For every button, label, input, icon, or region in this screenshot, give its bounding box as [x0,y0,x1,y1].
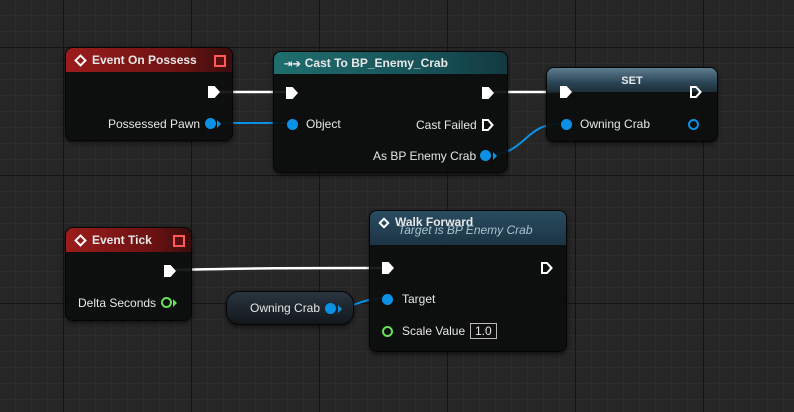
delta-seconds-label: Delta Seconds [78,296,157,310]
tick-exec-out-pin[interactable] [164,265,176,277]
as-bp-enemy-crab-label: As BP Enemy Crab [373,149,477,163]
set-title: SET [621,75,643,87]
function-icon [378,217,390,229]
set-node[interactable]: SET Owning Crab [546,67,718,142]
scale-value-label: Scale Value [402,324,466,338]
walk-exec-out-pin[interactable] [541,262,553,274]
scale-value-pin[interactable] [382,326,393,337]
possessed-pawn-label: Possessed Pawn [108,117,201,131]
target-pin[interactable] [382,294,393,305]
event-stop-icon [214,55,226,67]
walk-forward-node[interactable]: Walk Forward Target is BP Enemy Crab Tar… [369,210,567,352]
as-bp-enemy-crab-pin[interactable] [480,150,491,161]
object-label: Object [306,117,341,131]
owning-crab-getter-node[interactable]: Owning Crab [226,291,354,325]
cast-to-title: Cast To BP_Enemy_Crab [304,56,448,70]
pin-caret-icon [173,299,177,307]
owning-crab-getter-label: Owning Crab [250,301,321,315]
exec-wire-tick-walk [167,266,387,272]
cast-icon: ⇥➔ [284,59,301,70]
event-on-possess-header[interactable]: Event On Possess [66,48,232,72]
cast-failed-exec-pin[interactable] [482,119,494,131]
event-icon [74,234,87,247]
owning-crab-out-pin[interactable] [688,119,699,130]
walk-forward-subtitle: Target is BP Enemy Crab [398,223,533,237]
pin-caret-icon [217,120,221,128]
event-stop-icon [173,235,185,247]
scale-value-input[interactable]: 1.0 [470,323,497,339]
pin-caret-icon [338,305,342,313]
target-label: Target [402,292,436,306]
cast-to-node[interactable]: ⇥➔ Cast To BP_Enemy_Crab Object Cast Fail… [273,51,508,173]
event-tick-header[interactable]: Event Tick [66,228,191,252]
walk-exec-in-pin[interactable] [382,262,394,274]
event-on-possess-title: Event On Possess [92,53,197,67]
walk-forward-header[interactable]: Walk Forward Target is BP Enemy Crab [370,211,566,245]
cast-failed-label: Cast Failed [416,118,477,132]
event-tick-node[interactable]: Event Tick Delta Seconds [65,227,192,321]
possessed-pawn-pin[interactable] [205,118,216,129]
pin-caret-icon [493,152,497,160]
object-pin[interactable] [287,119,298,130]
event-on-possess-node[interactable]: Event On Possess Possessed Pawn [65,47,233,141]
event-icon [74,54,87,67]
owning-crab-set-label: Owning Crab [580,117,651,131]
cast-to-header[interactable]: ⇥➔ Cast To BP_Enemy_Crab [274,52,507,74]
owning-crab-in-pin[interactable] [561,119,572,130]
exec-out-pin[interactable] [208,86,220,98]
owning-crab-getter-pin[interactable] [325,303,336,314]
delta-seconds-pin[interactable] [161,297,172,308]
cast-exec-in-pin[interactable] [286,87,298,99]
event-tick-title: Event Tick [92,233,152,247]
cast-exec-out-pin[interactable] [482,87,494,99]
